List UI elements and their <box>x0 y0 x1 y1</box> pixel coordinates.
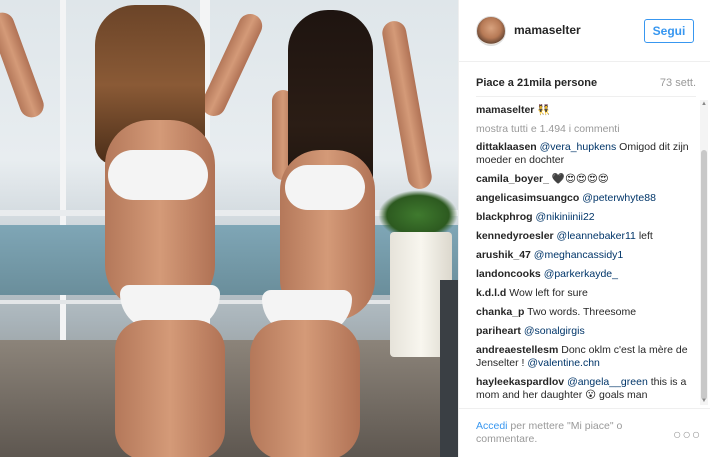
comment-user[interactable]: arushik_47 <box>476 249 531 261</box>
comment-user[interactable]: andreaestellesm <box>476 344 558 356</box>
avatar[interactable] <box>476 16 506 46</box>
post-time[interactable]: 73 sett. <box>660 77 696 89</box>
scroll-up-arrow-icon[interactable]: ▲ <box>700 100 708 108</box>
divider <box>476 96 696 97</box>
comment-text: Two words. Threesome <box>524 306 637 318</box>
post-photo <box>0 0 458 457</box>
scroll-down-arrow-icon[interactable]: ▼ <box>700 397 708 405</box>
comment-text: 🖤😍😍😍😍 <box>548 173 609 185</box>
comment: k.d.l.d Wow left for sure <box>476 287 696 300</box>
follow-button[interactable]: Segui <box>644 19 694 43</box>
comment: kennedyroesler @leannebaker11 left <box>476 230 696 243</box>
comment-mention[interactable]: @peterwhyte88 <box>582 192 656 204</box>
person-right-top <box>285 165 365 210</box>
ellipsis-icon[interactable]: ○○○ <box>673 426 701 442</box>
comment-user[interactable]: landoncooks <box>476 268 541 280</box>
post-header: mamaselter Segui <box>459 0 710 62</box>
person-left-legs <box>115 320 225 457</box>
comment: camila_boyer_ 🖤😍😍😍😍 <box>476 173 696 186</box>
comment: angelicasimsuangco @peterwhyte88 <box>476 192 696 205</box>
comment-user[interactable]: blackphrog <box>476 211 533 223</box>
comment-user[interactable]: pariheart <box>476 325 521 337</box>
caption: mamaselter 👯 <box>476 104 696 117</box>
comment-mention[interactable]: @nikiniinii22 <box>536 211 595 223</box>
person-left-torso <box>105 120 215 310</box>
comment-user[interactable]: chanka_p <box>476 306 524 318</box>
comment-text: Wow left for sure <box>506 287 588 299</box>
comment: dittaklaasen @vera_hupkens Omigod dit zi… <box>476 141 696 167</box>
comment-user[interactable]: k.d.l.d <box>476 287 506 299</box>
caption-text: 👯 <box>537 104 551 116</box>
person-left-top <box>108 150 208 200</box>
comment-user[interactable]: dittaklaasen <box>476 141 537 153</box>
comment-mention[interactable]: @parkerkayde_ <box>544 268 618 280</box>
comment: chanka_p Two words. Threesome <box>476 306 696 319</box>
comment: pariheart @sonalgirgis <box>476 325 696 338</box>
comment-mention[interactable]: @meghancassidy1 <box>534 249 623 261</box>
comment: arushik_47 @meghancassidy1 <box>476 249 696 262</box>
comment-mention[interactable]: @angela__green <box>567 376 648 388</box>
post-footer: Accedi per mettere "Mi piace" o commenta… <box>459 408 710 457</box>
comment: hayleekaspardlov @angela__green this is … <box>476 376 696 402</box>
login-prompt: Accedi per mettere "Mi piace" o commenta… <box>476 420 656 446</box>
show-all-comments-link[interactable]: mostra tutti e 1.494 i commenti <box>476 123 696 136</box>
caption-username[interactable]: mamaselter <box>476 104 534 116</box>
comment-user[interactable]: angelicasimsuangco <box>476 192 579 204</box>
person-right-arm-right <box>380 19 434 191</box>
comment-mention[interactable]: @sonalgirgis <box>524 325 585 337</box>
header-username[interactable]: mamaselter <box>514 23 581 37</box>
comment: blackphrog @nikiniinii22 <box>476 211 696 224</box>
login-link[interactable]: Accedi <box>476 420 508 432</box>
post-panel: mamaselter Segui Piace a 21mila persone … <box>458 0 710 457</box>
person-left-arm-left <box>0 9 48 121</box>
comment-user[interactable]: kennedyroesler <box>476 230 554 242</box>
floor <box>0 340 458 457</box>
comment-user[interactable]: camila_boyer_ <box>476 173 549 185</box>
comment-mention[interactable]: @leannebaker11 <box>557 230 636 242</box>
likes-row: Piace a 21mila persone 73 sett. <box>476 77 696 89</box>
comments-list: mamaselter 👯 mostra tutti e 1.494 i comm… <box>476 104 696 409</box>
person-right-legs <box>250 320 360 457</box>
likes-count[interactable]: Piace a 21mila persone <box>476 77 597 89</box>
door-edge <box>440 280 458 457</box>
comment-mention[interactable]: @valentine.chn <box>527 357 600 369</box>
comment: landoncooks @parkerkayde_ <box>476 268 696 281</box>
scrollbar-thumb[interactable] <box>701 150 707 400</box>
comment-user[interactable]: hayleekaspardlov <box>476 376 564 388</box>
comment: andreaestellesm Donc oklm c'est la mère … <box>476 344 696 370</box>
comment-text: left <box>635 230 653 242</box>
comment-mention[interactable]: @vera_hupkens <box>540 141 617 153</box>
